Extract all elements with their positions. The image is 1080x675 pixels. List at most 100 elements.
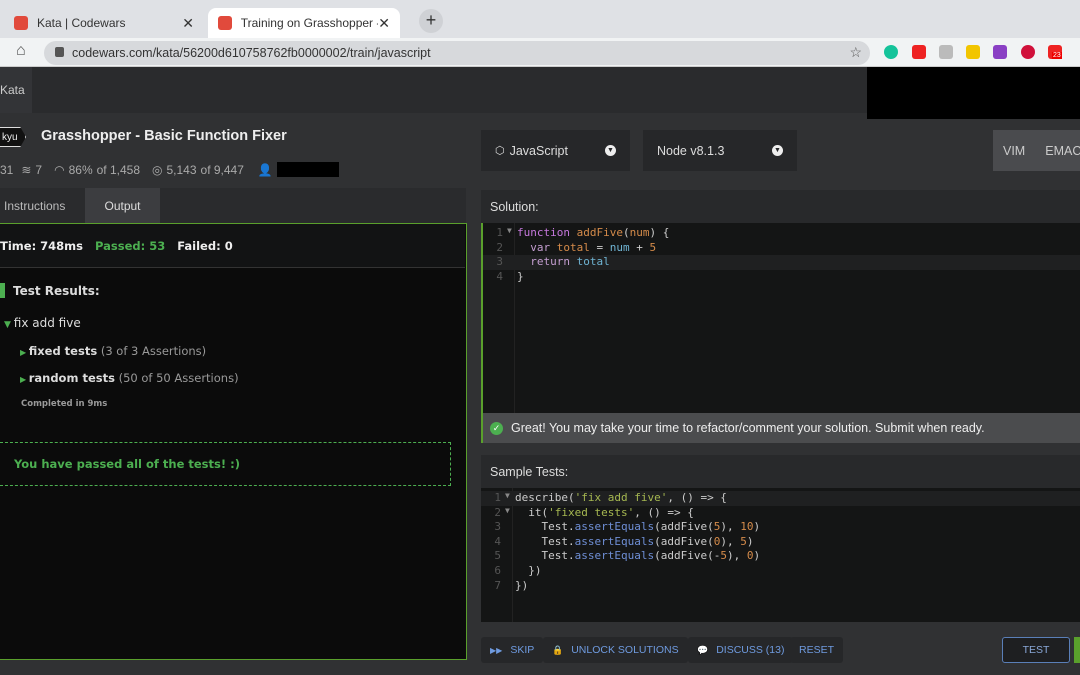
lock-icon: 🔒 (552, 644, 564, 655)
test-item[interactable]: ▶ random tests (50 of 50 Assertions) (20, 371, 239, 385)
code-token: ) { (649, 226, 670, 239)
code-line: 5 Test. assertEquals (addFive(- 5), 0) (481, 549, 1080, 564)
fold-icon[interactable]: ▼ (505, 491, 515, 506)
passed-text: You have passed all of the tests! :) (14, 457, 240, 471)
emacs-mode-button[interactable]: EMAC (1045, 144, 1080, 158)
code-token: ) (753, 520, 761, 534)
time-label: Time: 748ms (0, 238, 84, 253)
code-token: (addFive( (654, 534, 714, 548)
votes-total: of 1,458 (96, 162, 140, 177)
nav-kata[interactable]: Kata (0, 67, 32, 113)
code-token: }) (515, 563, 542, 577)
target-icon: ◎ (152, 162, 163, 177)
button-label: SKIP (510, 644, 535, 656)
fast-forward-icon: ▶▶ (490, 645, 503, 655)
test-item[interactable]: ▶ fixed tests (3 of 3 Assertions) (20, 344, 206, 358)
code-token: total (556, 240, 590, 254)
codewars-favicon-icon (218, 16, 232, 30)
home-icon[interactable]: ⌂ (16, 42, 26, 60)
caret-down-icon: ▼ (4, 320, 14, 330)
code-token: 5 (649, 240, 657, 254)
code-token: (addFive(- (654, 549, 721, 563)
extension-icon[interactable] (912, 45, 926, 59)
line-number: 7 (494, 578, 501, 592)
line-number: 3 (494, 520, 501, 534)
code-token: var (530, 240, 551, 254)
solution-title: Solution: (490, 199, 539, 214)
redacted-region (867, 67, 1080, 119)
tab-title: Kata | Codewars (37, 16, 126, 30)
fold-icon[interactable]: ▼ (505, 506, 515, 521)
test-group[interactable]: ▼ fix add five (4, 316, 81, 330)
tab-label: Instructions (4, 198, 66, 213)
code-token: ( (622, 226, 630, 239)
output-panel: Time: 748ms Passed: 53 Failed: 0 Test Resu… (0, 223, 467, 660)
test-name: random tests (28, 371, 115, 385)
fold-icon (507, 241, 517, 256)
code-token: addFive (576, 226, 623, 239)
version-select[interactable]: Node v8.1.3 ▼ (643, 130, 797, 171)
solution-editor[interactable]: 1 ▼ function addFive(num) {2 var total = n… (481, 223, 1080, 413)
attempt-button[interactable] (1074, 637, 1080, 663)
fold-icon (505, 549, 515, 564)
extension-icon[interactable] (966, 45, 980, 59)
code-line: 2 ▼ it('fixed tests', () => { (481, 506, 1080, 521)
results-marker (0, 283, 5, 298)
language-value: JavaScript (509, 143, 568, 158)
bookmark-star-icon[interactable]: ☆ (849, 44, 862, 61)
line-number: 3 (496, 255, 503, 269)
browser-tab-active[interactable]: Training on Grasshopper - Basi✕ (208, 8, 400, 38)
fold-icon (507, 255, 517, 270)
kyu-badge: kyu (0, 127, 26, 147)
code-token: ) (753, 549, 761, 563)
line-number: 2 (496, 240, 503, 254)
code-token: } (517, 269, 524, 283)
caret-right-icon: ▶ (20, 348, 29, 357)
group-name: fix add five (13, 316, 81, 330)
close-tab-icon[interactable]: ✕ (378, 15, 390, 32)
tab-instructions[interactable]: Instructions (0, 188, 85, 223)
unlock-solutions-button[interactable]: 🔒 UNLOCK SOLUTIONS (543, 637, 688, 663)
test-detail: (50 of 50 Assertions) (118, 371, 239, 385)
discuss-button[interactable]: 💬 DISCUSS (13) (688, 637, 794, 663)
vim-mode-button[interactable]: VIM (1003, 144, 1025, 158)
tab-output[interactable]: Output (85, 188, 160, 223)
code-token: return (530, 255, 570, 269)
code-token: Test. (515, 520, 575, 534)
tab-label: Output (104, 198, 141, 213)
sample-tests-editor[interactable]: 1 ▼ describe('fix add five', () => {2 ▼ it(… (481, 488, 1080, 622)
solution-header: Solution: (481, 190, 1080, 223)
code-token: num (629, 226, 650, 239)
code-line: 7}) (481, 579, 1080, 594)
grammarly-extension-icon[interactable] (884, 45, 898, 59)
reset-button[interactable]: RESET (790, 637, 844, 663)
extension-icon[interactable] (1021, 45, 1035, 59)
url-input[interactable]: codewars.com/kata/56200d610758762fb00000… (44, 41, 870, 65)
satisfaction-value: 86% (68, 162, 93, 177)
language-select[interactable]: ⬡ JavaScript ▼ (481, 130, 630, 171)
extension-icon[interactable] (939, 45, 953, 59)
browser-tab[interactable]: Kata | Codewars ✕ (4, 8, 204, 38)
badge: 23 (1052, 52, 1062, 59)
failed-count: Failed: 0 (177, 238, 233, 253)
new-tab-button[interactable]: + (419, 9, 443, 33)
caret-right-icon: ▶ (20, 375, 29, 384)
skip-button[interactable]: ▶▶ SKIP (481, 637, 544, 663)
code-token: assertEquals (574, 549, 655, 563)
code-line: 6 }) (481, 564, 1080, 579)
test-name: fixed tests (28, 344, 98, 358)
fold-icon[interactable]: ▼ (507, 226, 517, 241)
code-token: ), (726, 549, 747, 563)
code-token: it( (515, 505, 549, 519)
satisfaction-icon: ◠ (54, 162, 65, 177)
extension-icon[interactable] (993, 45, 1007, 59)
close-tab-icon[interactable]: ✕ (182, 15, 194, 32)
chevron-down-icon: ▼ (605, 145, 616, 156)
sample-tests-title: Sample Tests: (490, 464, 569, 479)
line-number: 1 (496, 226, 503, 239)
gmail-extension-icon[interactable]: 23 (1048, 45, 1062, 59)
line-number: 2 (494, 505, 501, 519)
test-button[interactable]: TEST (1002, 637, 1070, 663)
